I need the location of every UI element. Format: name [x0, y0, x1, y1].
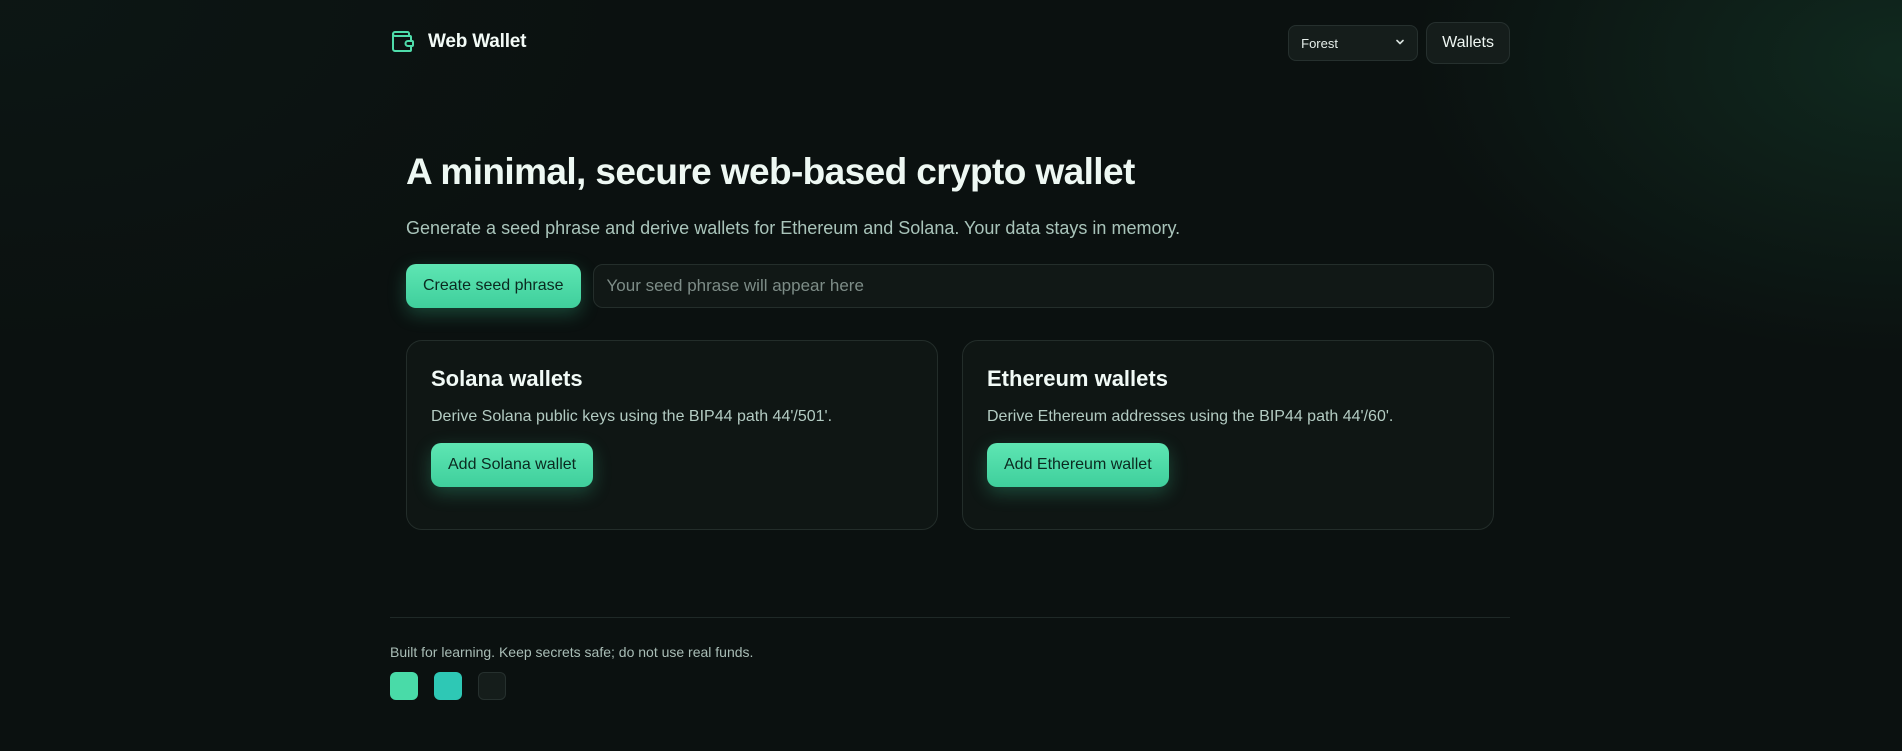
swatch-accent[interactable] — [390, 672, 418, 700]
solana-card-description: Derive Solana public keys using the BIP4… — [431, 408, 833, 425]
solana-card: Solana wallets Derive Solana public keys… — [406, 340, 938, 530]
seed-row: Create seed phrase — [406, 264, 1494, 308]
ethereum-card-description: Derive Ethereum addresses using the BIP4… — [987, 408, 1394, 425]
theme-select-value: Forest — [1301, 35, 1338, 51]
footer: Built for learning. Keep secrets safe; d… — [390, 617, 1510, 700]
brand[interactable]: Web Wallet — [390, 29, 526, 55]
add-ethereum-wallet-button[interactable]: Add Ethereum wallet — [987, 443, 1169, 487]
create-seed-phrase-button[interactable]: Create seed phrase — [406, 264, 581, 308]
theme-swatches — [390, 672, 1510, 700]
add-solana-wallet-button[interactable]: Add Solana wallet — [431, 443, 594, 487]
wallet-icon — [390, 29, 416, 55]
page-title: A minimal, secure web-based crypto walle… — [406, 151, 1135, 192]
wallet-cards: Solana wallets Derive Solana public keys… — [406, 340, 1494, 530]
theme-select[interactable]: Forest — [1288, 25, 1419, 61]
ethereum-card: Ethereum wallets Derive Ethereum address… — [962, 340, 1494, 530]
swatch-surface[interactable] — [478, 672, 506, 700]
swatch-teal[interactable] — [434, 672, 462, 700]
ethereum-card-title: Ethereum wallets — [987, 366, 1168, 391]
seed-phrase-input[interactable] — [592, 264, 1494, 308]
brand-title: Web Wallet — [428, 31, 527, 52]
page-subtitle: Generate a seed phrase and derive wallet… — [406, 218, 1181, 238]
top-bar: Web Wallet Forest Wallets — [390, 22, 1510, 64]
main-content: A minimal, secure web-based crypto walle… — [406, 150, 1494, 530]
header-actions: Forest Wallets — [1288, 22, 1510, 64]
chevron-down-icon — [1395, 37, 1405, 50]
solana-card-title: Solana wallets — [431, 366, 583, 391]
wallets-button[interactable]: Wallets — [1426, 22, 1510, 64]
footer-disclaimer: Built for learning. Keep secrets safe; d… — [390, 644, 754, 660]
